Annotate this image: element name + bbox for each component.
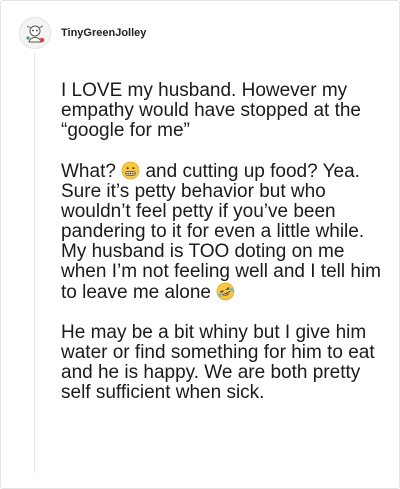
user-avatar[interactable] (19, 17, 51, 49)
comment-paragraph-2: What? and cutting up food? Yea. Sure it’… (61, 161, 383, 303)
rolling-on-floor-laughing-emoji-icon (216, 282, 235, 301)
comment-body: I LOVE my husband. However my empathy wo… (61, 81, 383, 403)
grimacing-face-emoji-icon (121, 161, 140, 180)
username[interactable]: TinyGreenJolley (61, 27, 146, 39)
comment-header: TinyGreenJolley (19, 17, 146, 49)
avatar-illustration-icon (20, 18, 50, 48)
comment-card: TinyGreenJolley I LOVE my husband. Howev… (0, 0, 400, 489)
paragraph-1-text: I LOVE my husband. However my empathy wo… (61, 80, 361, 141)
paragraph-3-text: He may be a bit whiny but I give him wat… (61, 322, 375, 403)
comment-paragraph-1: I LOVE my husband. However my empathy wo… (61, 81, 383, 141)
thread-line (34, 53, 35, 473)
paragraph-2-text-start: What? (61, 161, 122, 182)
comment-paragraph-3: He may be a bit whiny but I give him wat… (61, 323, 383, 403)
